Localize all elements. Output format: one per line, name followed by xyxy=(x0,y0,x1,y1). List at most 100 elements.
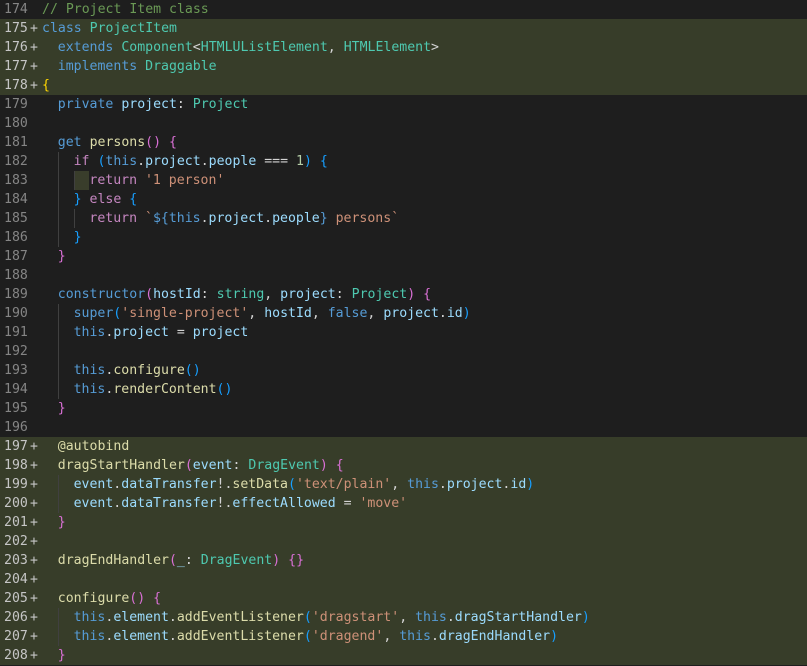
indent-guide xyxy=(42,95,58,114)
indent-guide xyxy=(42,456,58,475)
code-line[interactable]: 191 this.project = project xyxy=(0,323,807,342)
code-text xyxy=(42,342,74,361)
code-line[interactable]: 186} xyxy=(0,228,807,247)
code-line[interactable]: 202 + xyxy=(0,532,807,551)
code-line[interactable]: 177 + implements Draggable xyxy=(0,57,807,76)
code-line[interactable]: 195} xyxy=(0,399,807,418)
line-number: 179 xyxy=(4,97,28,112)
code-token: people xyxy=(208,154,257,169)
indent-guide xyxy=(42,513,58,532)
code-token: this xyxy=(407,477,439,492)
code-line[interactable]: 176 + extends Component<HTMLUListElement, … xyxy=(0,38,807,57)
code-line[interactable]: 175 + class ProjectItem xyxy=(0,19,807,38)
code-line[interactable]: 174 // Project Item class xyxy=(0,0,807,19)
code-token: // Project Item class xyxy=(42,2,209,17)
code-line[interactable]: 194 this.renderContent() xyxy=(0,380,807,399)
code-line[interactable]: 190 super('single-project', hostId, false… xyxy=(0,304,807,323)
code-line[interactable]: 200 + event.dataTransfer!.effectAllowed = … xyxy=(0,494,807,513)
indent-guide xyxy=(42,608,58,627)
line-number: 195 xyxy=(4,401,28,416)
code-token: ( xyxy=(288,477,296,492)
indent-guide xyxy=(42,361,58,380)
code-line[interactable]: 198 + dragStartHandler(event: DragEvent) { xyxy=(0,456,807,475)
diff-added-marker: + xyxy=(30,534,38,549)
code-text: return '1 person' xyxy=(42,171,224,190)
diff-added-marker: + xyxy=(30,439,38,454)
code-token: ( xyxy=(145,287,154,302)
indent-guide xyxy=(42,57,58,76)
code-text: class ProjectItem xyxy=(42,19,177,38)
code-token: addEventListener xyxy=(176,610,304,625)
code-text: } xyxy=(42,646,66,665)
code-token: ( xyxy=(303,610,312,625)
code-text: this.element.addEventListener('dragstart… xyxy=(42,608,590,627)
diff-added-marker: + xyxy=(30,515,38,530)
code-token: false xyxy=(327,306,368,321)
code-token: { xyxy=(169,135,177,150)
code-line[interactable]: 178 +{ xyxy=(0,76,807,95)
code-line[interactable]: 185 return `${this.project.people} person… xyxy=(0,209,807,228)
indent-guide xyxy=(57,475,74,494)
code-token: } xyxy=(57,401,66,416)
code-line[interactable]: 193 this.configure() xyxy=(0,361,807,380)
code-line[interactable]: 206 + this.element.addEventListener('drags… xyxy=(0,608,807,627)
indent-guide xyxy=(42,494,58,513)
diff-added-marker: + xyxy=(30,591,38,606)
code-line[interactable]: 196 xyxy=(0,418,807,437)
code-token: class xyxy=(42,21,82,36)
indent-guide xyxy=(42,209,58,228)
code-token: !. xyxy=(216,496,233,511)
diff-added-marker: + xyxy=(30,496,38,511)
code-token: . xyxy=(438,306,447,321)
code-token: . xyxy=(168,610,177,625)
code-line[interactable]: 183 return '1 person' xyxy=(0,171,807,190)
code-token: this xyxy=(399,629,431,644)
code-line[interactable]: 207 + this.element.addEventListener('drage… xyxy=(0,627,807,646)
code-line[interactable]: 208 +} xyxy=(0,646,807,665)
code-line[interactable]: 189 constructor(hostId: string, project: … xyxy=(0,285,807,304)
code-token: configure xyxy=(57,591,130,606)
code-token: () xyxy=(184,363,201,378)
code-editor[interactable]: 174// Project Item class 175 + class Projec… xyxy=(0,0,807,666)
indent-guide xyxy=(57,228,74,247)
diff-added-marker: + xyxy=(30,610,38,625)
code-line[interactable]: 188 xyxy=(0,266,807,285)
line-number: 182 xyxy=(4,154,28,169)
diff-added-marker: + xyxy=(30,78,38,93)
code-token: dragStartHandler xyxy=(454,610,582,625)
code-line[interactable]: 180 xyxy=(0,114,807,133)
code-line[interactable]: 199 + event.dataTransfer!.setData('text/pl… xyxy=(0,475,807,494)
code-token: persons xyxy=(89,135,146,150)
code-token: this xyxy=(73,610,106,625)
code-line[interactable]: 203 + dragEndHandler(_: DragEvent) {} xyxy=(0,551,807,570)
code-token: : xyxy=(176,97,193,112)
code-token: super xyxy=(73,306,114,321)
code-token: } xyxy=(57,648,66,663)
code-line[interactable]: 205 + configure() { xyxy=(0,589,807,608)
code-line[interactable]: 184} else { xyxy=(0,190,807,209)
code-token: project xyxy=(383,306,439,321)
code-line[interactable]: 181 get persons() { xyxy=(0,133,807,152)
code-text xyxy=(42,418,58,437)
code-token: . xyxy=(264,211,273,226)
code-line[interactable]: 204 + xyxy=(0,570,807,589)
code-text xyxy=(42,114,58,133)
code-token: private xyxy=(57,97,114,112)
code-line[interactable]: 192 xyxy=(0,342,807,361)
code-text: dragStartHandler(event: DragEvent) { xyxy=(42,456,344,475)
code-line[interactable]: 179 private project: Project xyxy=(0,95,807,114)
code-token: { xyxy=(335,458,344,473)
code-token: Project xyxy=(351,287,408,302)
indent-guide xyxy=(57,323,74,342)
code-token: dragEndHandler xyxy=(57,553,169,568)
code-token: < xyxy=(192,40,201,55)
code-line[interactable]: 201 +} xyxy=(0,513,807,532)
code-token: project xyxy=(121,97,177,112)
code-line[interactable]: 187} xyxy=(0,247,807,266)
code-line[interactable]: 182 if (this.project.people === 1) { xyxy=(0,152,807,171)
code-line[interactable]: 197 + @autobind xyxy=(0,437,807,456)
indent-guide xyxy=(42,551,58,570)
indent-guide xyxy=(42,437,58,456)
